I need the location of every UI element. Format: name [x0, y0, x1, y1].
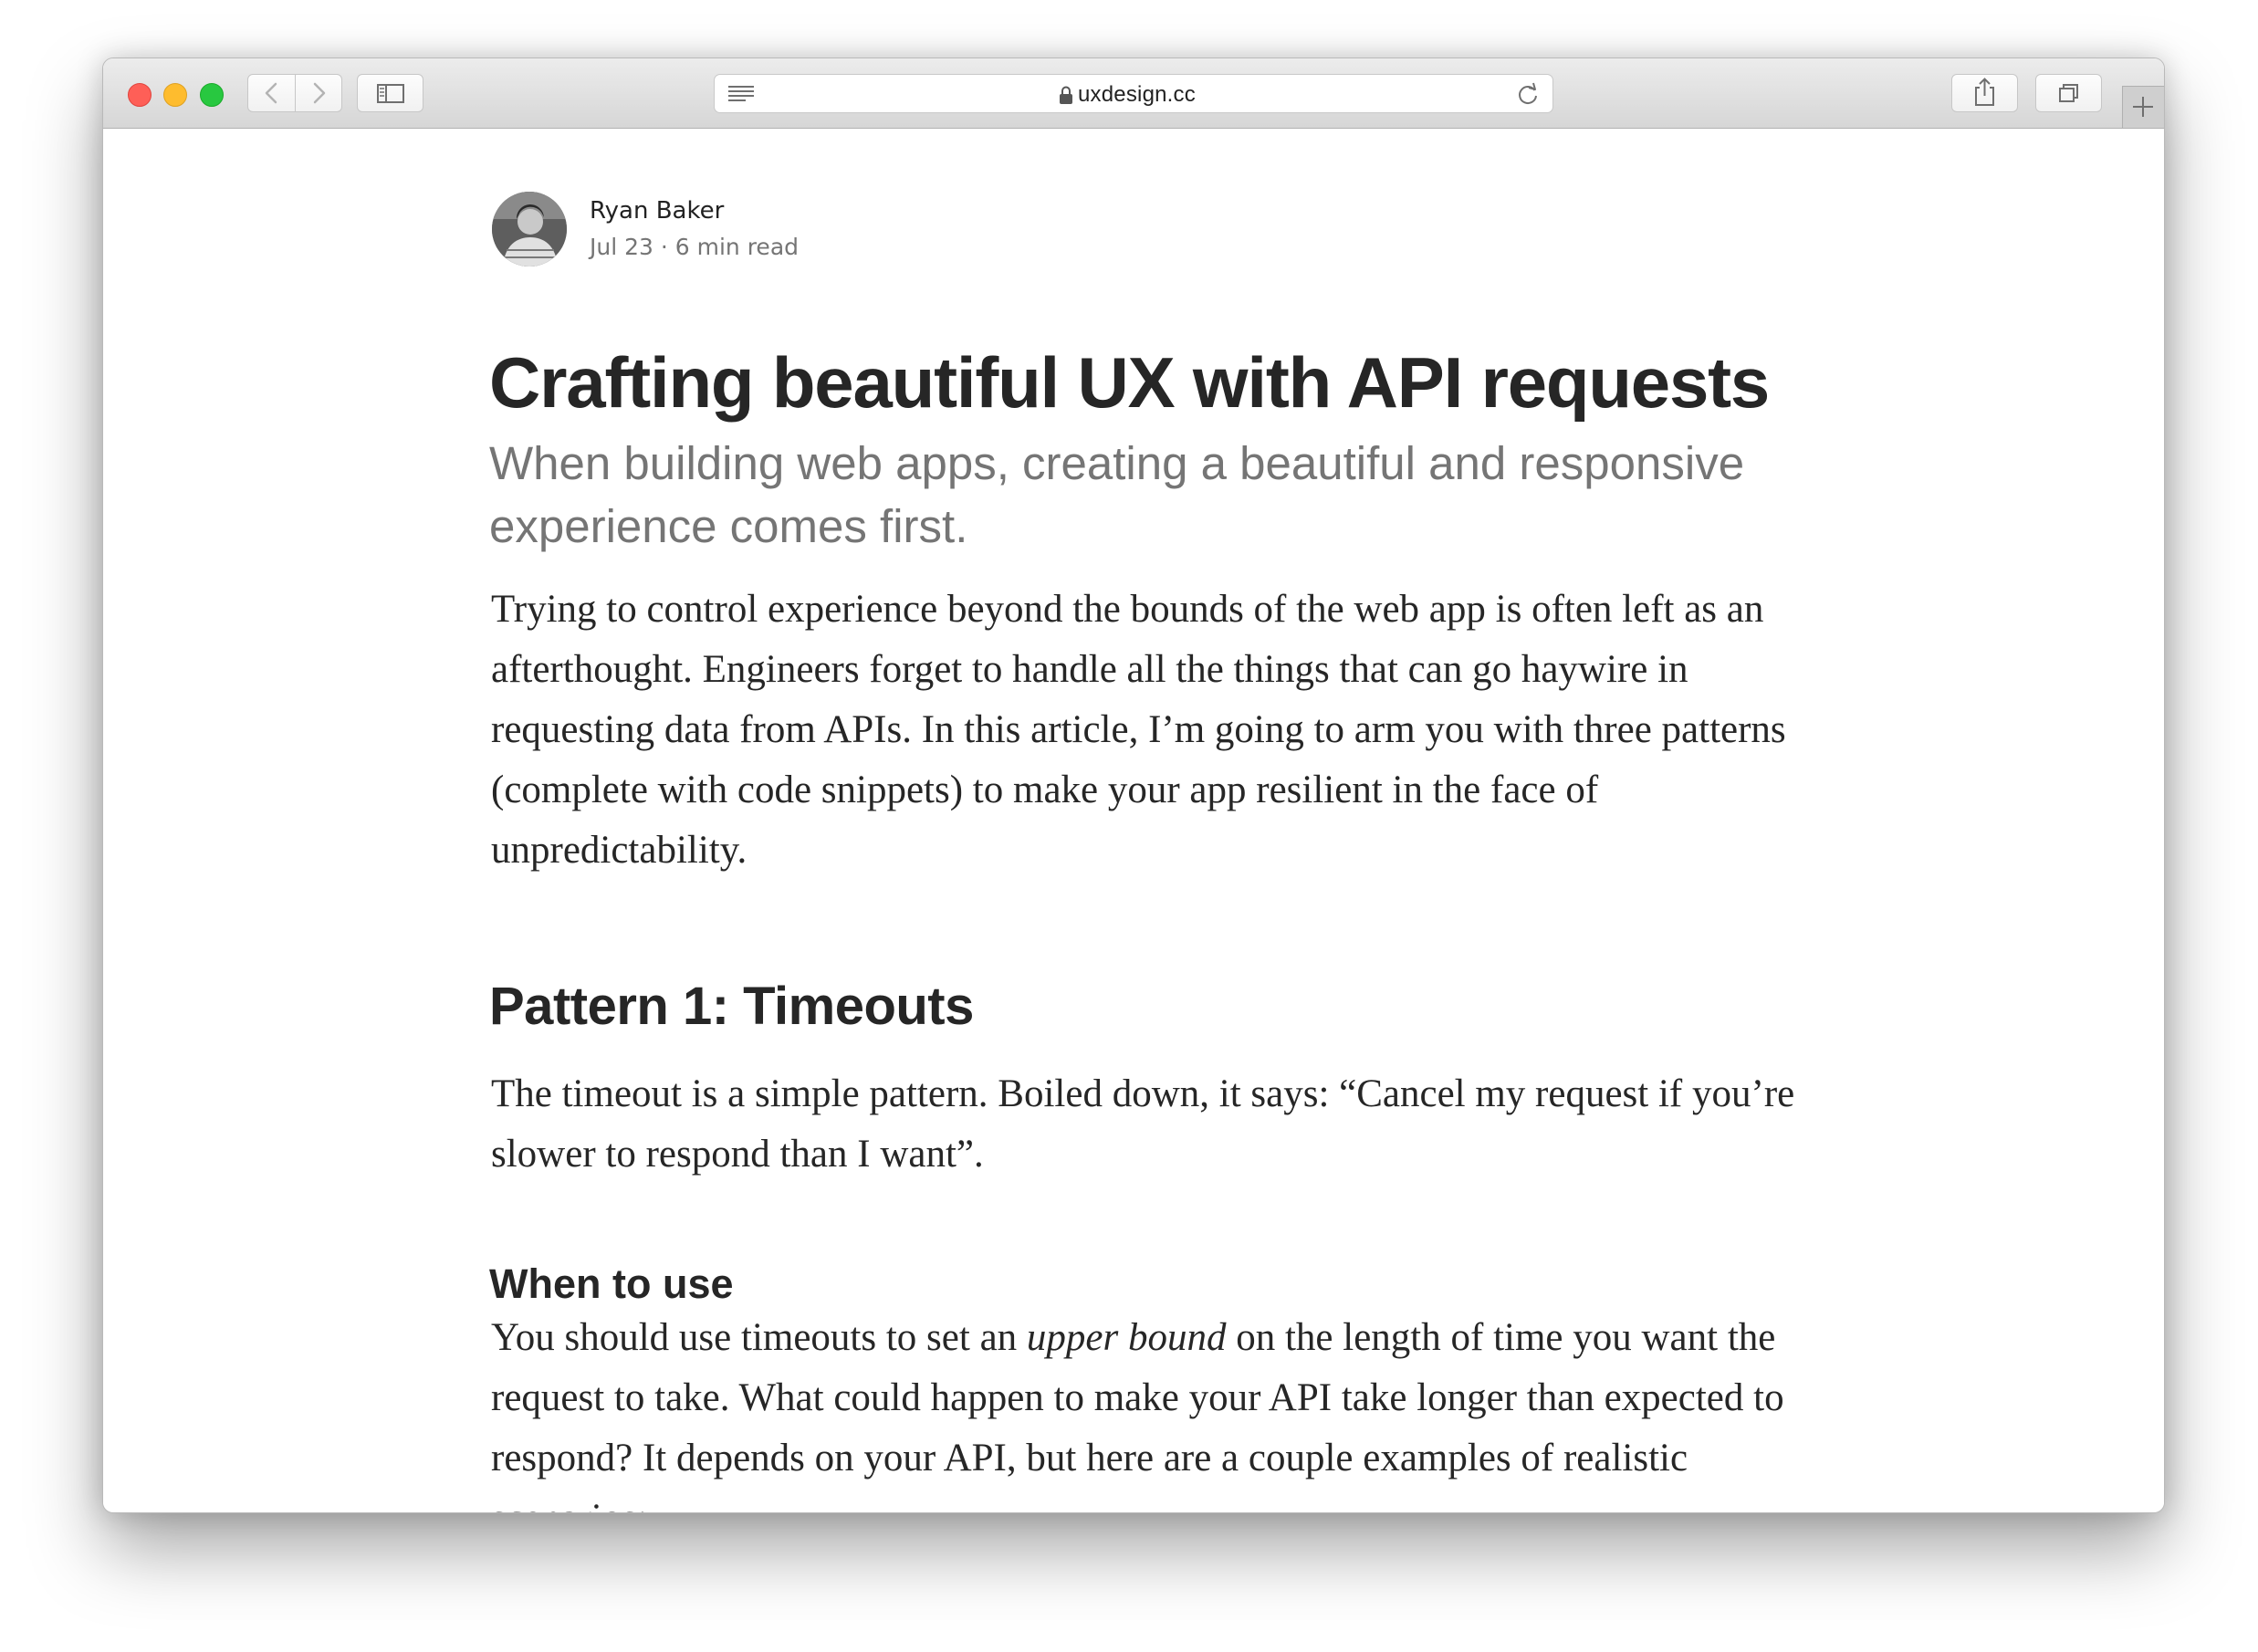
article-title: Crafting beautiful UX with API requests — [489, 342, 1770, 423]
address-bar[interactable]: uxdesign.cc — [714, 74, 1553, 113]
chevron-right-icon — [313, 82, 326, 104]
lock-icon — [1060, 86, 1072, 104]
author-name[interactable]: Ryan Baker — [590, 197, 724, 225]
subsection-text-start: You should use timeouts to set an — [491, 1316, 1027, 1359]
share-icon — [1975, 78, 1994, 106]
reload-icon[interactable] — [1516, 82, 1540, 106]
avatar-photo — [492, 192, 567, 267]
share-button[interactable] — [1951, 74, 2018, 112]
title-bar: uxdesign.cc — [103, 58, 2164, 129]
page-content: Ryan Baker Jul 23 · 6 min read Crafting … — [103, 129, 2164, 1512]
tabs-icon — [2059, 84, 2078, 102]
subsection-heading: When to use — [489, 1260, 734, 1307]
navigation-buttons — [247, 74, 342, 112]
section-paragraph: The timeout is a simple pattern. Boiled … — [491, 1072, 1795, 1176]
close-window-button[interactable] — [128, 83, 152, 107]
author-avatar[interactable] — [492, 192, 567, 267]
new-tab-button[interactable] — [2122, 86, 2164, 128]
subsection-emphasis: upper bound — [1026, 1316, 1227, 1359]
url-text: uxdesign.cc — [1078, 82, 1196, 107]
reader-icon[interactable] — [726, 83, 757, 105]
minimize-window-button[interactable] — [163, 83, 187, 107]
plus-icon — [2133, 97, 2153, 117]
subsection-paragraph: You should use timeouts to set an upper … — [491, 1308, 1796, 1512]
intro-paragraph: Trying to control experience beyond the … — [491, 588, 1786, 872]
forward-button[interactable] — [296, 75, 342, 111]
article-subtitle: When building web apps, creating a beaut… — [489, 437, 1745, 552]
show-tabs-button[interactable] — [2035, 74, 2102, 112]
zoom-window-button[interactable] — [200, 83, 224, 107]
post-meta: Jul 23 · 6 min read — [590, 234, 800, 260]
sidebar-button[interactable] — [357, 74, 423, 112]
back-button[interactable] — [248, 75, 295, 111]
chevron-left-icon — [265, 82, 277, 104]
sidebar-icon — [377, 84, 404, 103]
browser-window: uxdesign.cc Ryan Baker Jul 23 · 6 min re… — [102, 58, 2165, 1513]
section-heading: Pattern 1: Timeouts — [489, 977, 974, 1036]
